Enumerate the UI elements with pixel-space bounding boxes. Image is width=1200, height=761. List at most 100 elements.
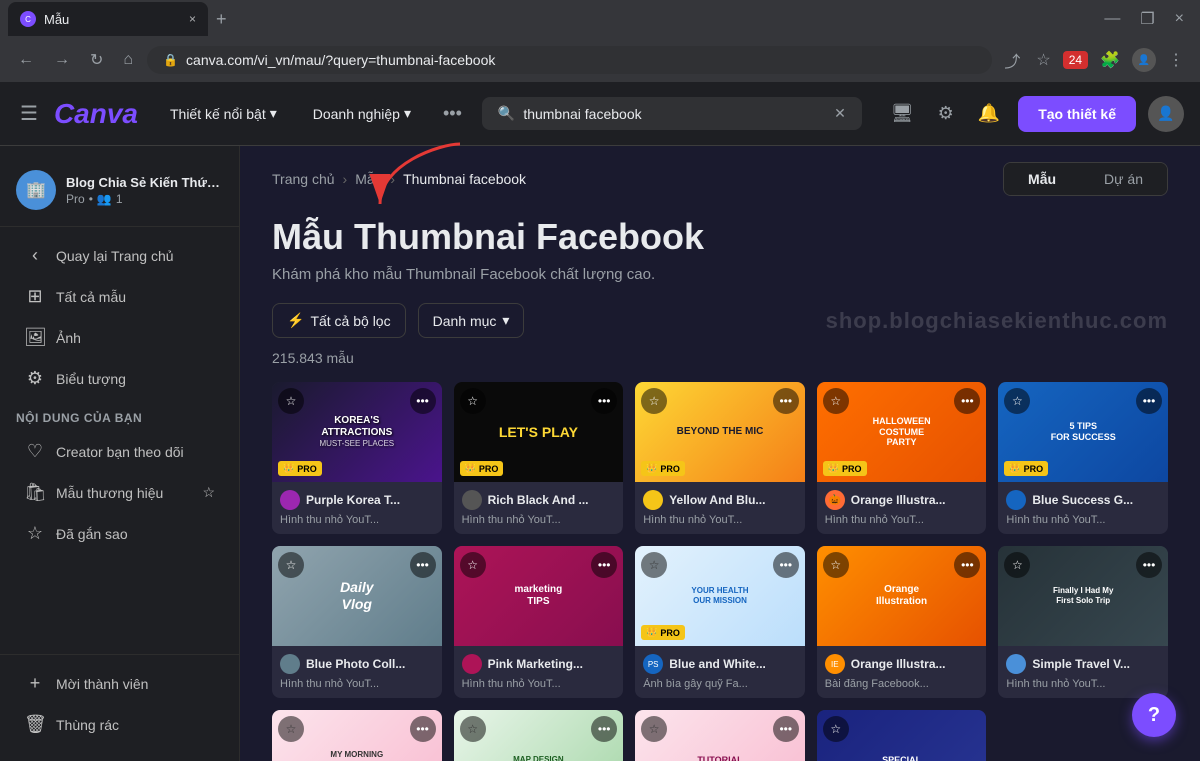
star-button[interactable]: ☆ <box>823 552 849 578</box>
template-desc: Hình thu nhỏ YouT... <box>643 514 797 526</box>
template-card[interactable]: BEYOND THE MIC ☆ ••• 👑 PRO Yellow And Bl… <box>635 382 805 534</box>
star-button[interactable]: ☆ <box>641 388 667 414</box>
more-options-button[interactable]: ••• <box>410 388 436 414</box>
star-button[interactable]: ☆ <box>278 388 304 414</box>
sidebar-item-starred[interactable]: ☆ Đã gắn sao <box>8 513 231 554</box>
template-card[interactable]: MAP DESIGN ☆ ••• Simple Youtube... Hì <box>454 710 624 761</box>
star-button[interactable]: ☆ <box>641 552 667 578</box>
design-menu-button[interactable]: Thiết kế nổi bật ▾ <box>158 97 289 130</box>
more-options-button[interactable]: ••• <box>591 716 617 742</box>
breadcrumb-home[interactable]: Trang chủ <box>272 171 335 187</box>
sidebar-item-photos[interactable]: 🖼 Ảnh <box>8 317 231 358</box>
help-button[interactable]: ? <box>1132 693 1176 737</box>
star-button[interactable]: ☆ <box>278 716 304 742</box>
project-tabs: Mẫu Dự án <box>1003 162 1168 196</box>
main-body: 🏢 Blog Chia Sẻ Kiến Thức... Pro • 👥 1 ‹ … <box>0 146 1200 761</box>
creator-row: PS Blue and White... <box>643 654 797 674</box>
more-options-button[interactable]: ••• <box>773 552 799 578</box>
active-tab[interactable]: C Mẫu × <box>8 2 208 36</box>
business-menu-button[interactable]: Doanh nghiệp ▾ <box>301 97 423 130</box>
more-options-button[interactable]: ••• <box>773 716 799 742</box>
extensions-icon[interactable]: 🧩 <box>1096 46 1124 74</box>
breadcrumb-templates[interactable]: Mẫu <box>355 171 382 187</box>
back-button[interactable]: ← <box>12 47 40 73</box>
star-button[interactable]: ☆ <box>460 552 486 578</box>
user-counter-badge[interactable]: 24 <box>1063 51 1088 69</box>
sidebar-item-all-templates[interactable]: ⊞ Tất cả mẫu <box>8 276 231 317</box>
hamburger-menu-button[interactable]: ☰ <box>16 97 42 130</box>
star-button[interactable]: ☆ <box>823 388 849 414</box>
template-card[interactable]: YOUR HEALTHOUR MISSION ☆ ••• 👑 PRO PS Bl… <box>635 546 805 698</box>
forward-button[interactable]: → <box>48 47 76 73</box>
url-input[interactable] <box>186 52 976 68</box>
monitor-icon[interactable]: 🖥 <box>885 97 920 130</box>
more-options-button[interactable]: ••• <box>1136 388 1162 414</box>
template-name: Rich Black And ... <box>488 493 589 507</box>
more-nav-button[interactable]: ••• <box>435 99 470 128</box>
template-info: Purple Korea T... Hình thu nhỏ YouT... <box>272 482 442 534</box>
template-card[interactable]: KOREA'SATTRACTIONSMUST-SEE PLACES ☆ ••• … <box>272 382 442 534</box>
sidebar-item-trash[interactable]: 🗑 Thùng rác <box>8 704 231 745</box>
bookmark-icon[interactable]: ☆ <box>1032 46 1054 74</box>
sidebar-item-back[interactable]: ‹ Quay lại Trang chủ <box>8 235 231 276</box>
template-card[interactable]: TUTORIAL ☆ ••• <box>635 710 805 761</box>
category-dropdown-button[interactable]: Danh mục ▾ <box>418 303 525 338</box>
share-icon[interactable]: ⤴ <box>1000 44 1024 76</box>
minimize-button[interactable]: — <box>1096 5 1128 33</box>
creator-avatar <box>462 654 482 674</box>
template-card[interactable]: DailyVlog ☆ ••• Blue Photo Coll... Hì <box>272 546 442 698</box>
more-options-button[interactable]: ••• <box>591 388 617 414</box>
settings-icon[interactable]: ⚙ <box>932 97 960 130</box>
user-avatar[interactable]: 👤 <box>1148 96 1184 132</box>
home-button[interactable]: ⌂ <box>117 47 139 73</box>
template-info: Blue Success G... Hình thu nhỏ YouT... <box>998 482 1168 534</box>
sidebar-item-icons[interactable]: ⚙ Biểu tượng <box>8 358 231 399</box>
create-design-button[interactable]: Tạo thiết kế <box>1018 96 1136 132</box>
notifications-icon[interactable]: 🔔 <box>972 97 1006 130</box>
more-options-button[interactable]: ••• <box>410 552 436 578</box>
tab-mau[interactable]: Mẫu <box>1004 163 1080 195</box>
tab-du-an[interactable]: Dự án <box>1080 163 1167 195</box>
template-card[interactable]: MY MORNINGROUTINE ☆ ••• Simple Routine..… <box>272 710 442 761</box>
star-button[interactable]: ☆ <box>641 716 667 742</box>
sidebar-item-creator[interactable]: ♡ Creator bạn theo dõi <box>8 431 231 472</box>
star-button[interactable]: ☆ <box>823 716 849 742</box>
more-options-button[interactable]: ••• <box>954 552 980 578</box>
refresh-button[interactable]: ↻ <box>84 46 109 74</box>
sidebar-item-invite[interactable]: + Mời thành viên <box>8 663 231 704</box>
tab-close-btn[interactable]: × <box>189 12 196 26</box>
search-container[interactable]: 🔍 ✕ <box>482 97 862 130</box>
template-card[interactable]: 5 TIPSFOR SUCCESS ☆ ••• 👑 PRO Blue Succe… <box>998 382 1168 534</box>
more-options-button[interactable]: ••• <box>410 716 436 742</box>
template-card[interactable]: LET'S PLAY ☆ ••• 👑 PRO Rich Black And ..… <box>454 382 624 534</box>
close-window-button[interactable]: × <box>1167 5 1192 33</box>
new-tab-button[interactable]: + <box>212 5 231 34</box>
template-card[interactable]: marketingTIPS ☆ ••• Pink Marketing... <box>454 546 624 698</box>
template-thumbnail: TUTORIAL ☆ ••• <box>635 710 805 761</box>
template-card[interactable]: SPECIAL ☆ <box>817 710 987 761</box>
template-card[interactable]: HALLOWEENCOSTUMEPARTY ☆ ••• 👑 PRO 🎃 Oran… <box>817 382 987 534</box>
more-options-button[interactable]: ••• <box>591 552 617 578</box>
star-button[interactable]: ☆ <box>460 716 486 742</box>
search-input[interactable] <box>523 106 826 122</box>
star-button[interactable]: ☆ <box>460 388 486 414</box>
breadcrumb-sep-2: › <box>390 171 395 187</box>
sidebar-profile: 🏢 Blog Chia Sẻ Kiến Thức... Pro • 👥 1 <box>0 162 239 227</box>
profile-icon[interactable]: 👤 <box>1132 48 1156 72</box>
more-options-button[interactable]: ••• <box>954 388 980 414</box>
star-button[interactable]: ☆ <box>278 552 304 578</box>
filter-all-button[interactable]: ⚡ Tất cả bộ lọc <box>272 303 406 338</box>
tab-bar: C Mẫu × + — ❐ × <box>0 0 1200 38</box>
maximize-button[interactable]: ❐ <box>1132 5 1162 33</box>
more-options-button[interactable]: ••• <box>773 388 799 414</box>
search-clear-button[interactable]: ✕ <box>834 105 846 122</box>
more-options-icon[interactable]: ⋮ <box>1164 46 1188 74</box>
address-bar[interactable]: 🔒 <box>147 46 992 74</box>
template-card[interactable]: OrangeIllustration ☆ ••• IE Orange Illus… <box>817 546 987 698</box>
chevron-left-icon: ‹ <box>24 245 46 266</box>
more-options-button[interactable]: ••• <box>1136 552 1162 578</box>
template-card[interactable]: Finally I Had MyFirst Solo Trip ☆ ••• Si… <box>998 546 1168 698</box>
template-info: Pink Marketing... Hình thu nhỏ YouT... <box>454 646 624 698</box>
browser-controls: ← → ↻ ⌂ 🔒 ⤴ ☆ 24 🧩 👤 ⋮ <box>0 38 1200 82</box>
sidebar-item-brand[interactable]: 🛍 Mẫu thương hiệu ☆ <box>8 472 231 513</box>
